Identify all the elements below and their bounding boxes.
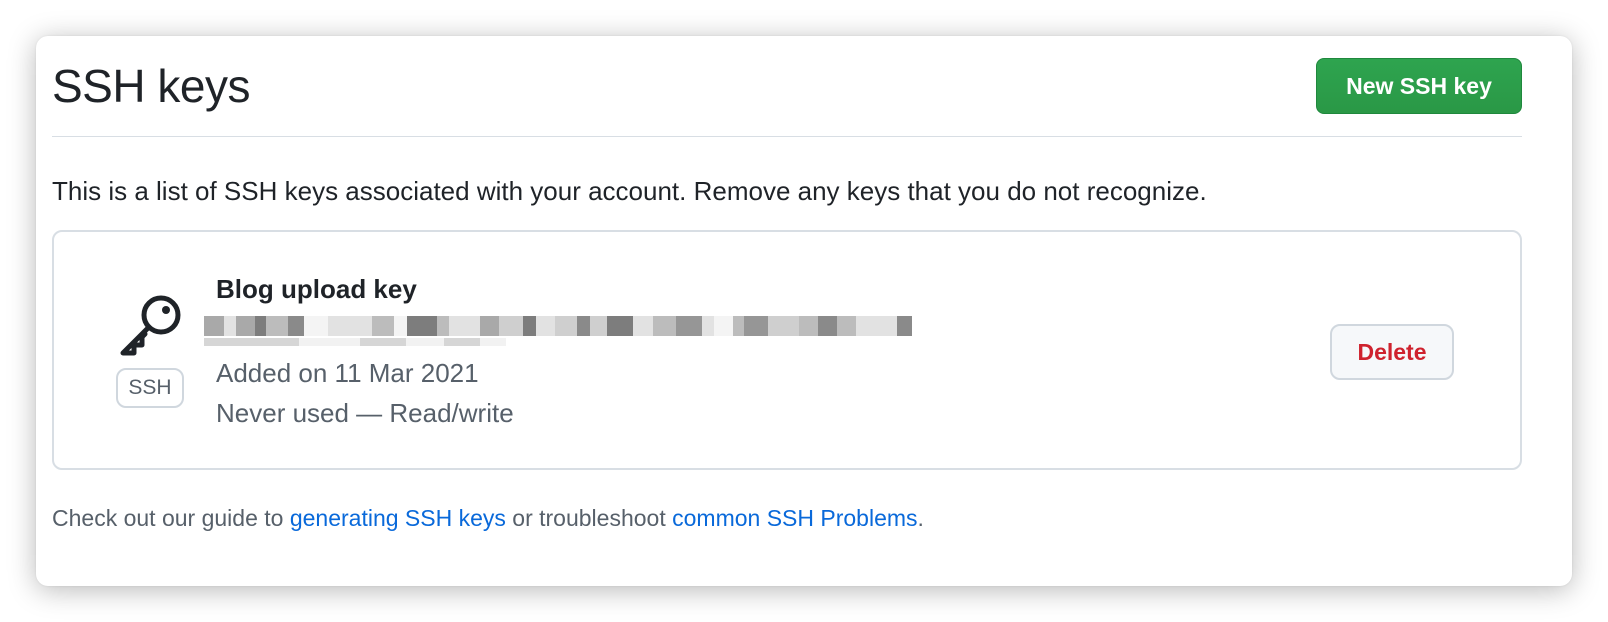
footer-middle: or troubleshoot [505, 505, 673, 531]
key-added-date: Added on 11 Mar 2021 [216, 358, 479, 388]
footer-prefix: Check out our guide to [52, 505, 290, 531]
key-title: Blog upload key [216, 274, 417, 304]
key-icon [120, 295, 181, 356]
common-ssh-problems-link[interactable]: common SSH Problems [672, 505, 917, 531]
help-footer: Check out our guide to generating SSH ke… [52, 502, 924, 534]
footer-suffix: . [917, 505, 924, 531]
page-title: SSH keys [52, 60, 250, 112]
ssh-type-badge: SSH [116, 368, 184, 408]
redacted-fingerprint [204, 316, 924, 356]
page-header: SSH keys New SSH key [52, 36, 1522, 137]
intro-text: This is a list of SSH keys associated wi… [52, 176, 1207, 206]
delete-key-button[interactable]: Delete [1330, 324, 1454, 380]
key-usage-status: Never used — Read/write [216, 398, 514, 428]
generating-ssh-keys-link[interactable]: generating SSH keys [290, 505, 506, 531]
new-ssh-key-button[interactable]: New SSH key [1316, 58, 1522, 114]
ssh-key-list-item: SSH Blog upload key Added on 11 Mar 2021… [52, 230, 1522, 470]
ssh-keys-panel: SSH keys New SSH key This is a list of S… [36, 36, 1572, 586]
